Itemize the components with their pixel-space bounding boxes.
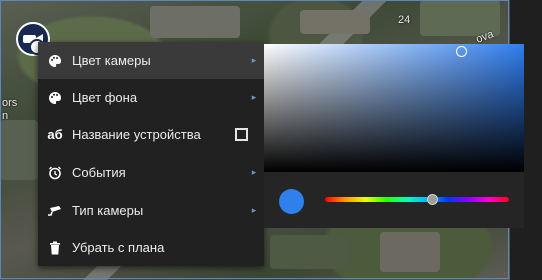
menu-item-camera-type[interactable]: Тип камеры ▸ <box>38 192 264 229</box>
palette-icon <box>38 91 72 105</box>
hue-slider-handle[interactable] <box>427 194 438 205</box>
menu-item-events[interactable]: События ▸ <box>38 154 264 191</box>
menu-item-label: Цвет камеры <box>72 53 151 68</box>
camera-icon <box>38 205 72 217</box>
menu-item-device-name[interactable]: аб Название устройства <box>38 116 264 153</box>
map-trees <box>270 235 350 269</box>
menu-item-label: Тип камеры <box>72 203 144 218</box>
map-building <box>300 10 370 34</box>
chevron-right-icon: ▸ <box>251 167 257 177</box>
device-context-menu: Цвет камеры ▸ Цвет фона ▸ аб Название ус… <box>38 42 264 266</box>
map-building <box>0 120 38 180</box>
color-picker-panel <box>264 44 524 228</box>
text-format-icon: аб <box>47 127 63 142</box>
menu-item-label: Цвет фона <box>72 90 138 105</box>
map-label-left: ors <box>2 97 18 109</box>
saturation-value-handle[interactable] <box>456 46 467 57</box>
trash-icon <box>38 241 72 255</box>
menu-item-camera-color[interactable]: Цвет камеры ▸ <box>38 42 264 79</box>
menu-item-label: События <box>72 165 126 180</box>
map-house-number: 24 <box>398 14 411 26</box>
map-building <box>150 6 240 38</box>
menu-item-remove-from-plan[interactable]: Убрать с плана <box>38 229 264 266</box>
device-name-checkbox[interactable] <box>235 128 248 141</box>
hue-slider-track[interactable] <box>325 197 509 202</box>
selected-color-swatch <box>279 189 304 214</box>
menu-item-background-color[interactable]: Цвет фона ▸ <box>38 79 264 116</box>
chevron-right-icon: ▸ <box>251 205 257 215</box>
map-label-left-2: n <box>2 110 9 122</box>
menu-item-label: Название устройства <box>72 127 201 142</box>
saturation-value-area[interactable] <box>264 44 524 172</box>
palette-icon <box>38 54 72 68</box>
alarm-clock-icon <box>38 166 72 180</box>
chevron-right-icon: ▸ <box>251 92 257 102</box>
chevron-right-icon: ▸ <box>251 55 257 65</box>
map-building <box>380 232 440 272</box>
menu-item-label: Убрать с плана <box>72 240 165 255</box>
